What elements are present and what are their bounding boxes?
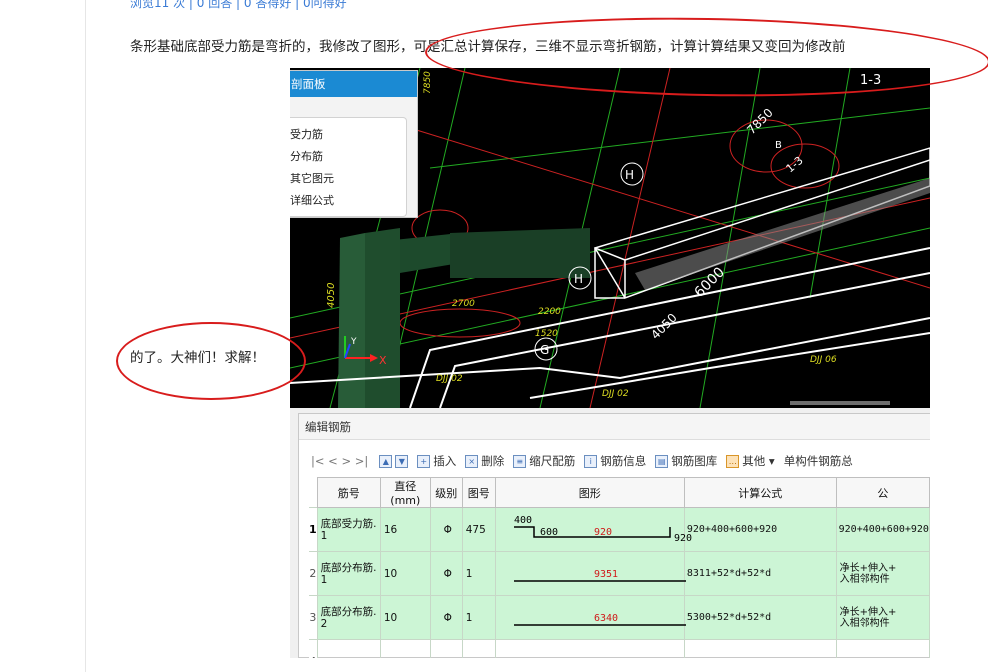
cad-left-dim-2: 4050 [326, 283, 337, 308]
cad-djj02b: DJJ 02 [602, 389, 629, 399]
bar-desc[interactable]: 920+400+600+920 [835, 507, 930, 552]
rebar-library-button[interactable]: ▤ 钢筋图库 [655, 453, 717, 469]
col-formula[interactable]: 计算公式 [683, 477, 837, 508]
other-icon: … [726, 454, 740, 468]
bar-diameter[interactable]: 10 [379, 551, 431, 596]
bar-grade[interactable]: Φ [429, 551, 463, 596]
cad-djj06: DJJ 06 [810, 355, 837, 365]
cad-label-h1: H [625, 168, 634, 182]
cad-tag-b: B [775, 140, 782, 151]
straight-bar-shape: 9351 [513, 569, 686, 582]
bar-shape[interactable]: 9351 [494, 551, 686, 596]
svg-text:920: 920 [674, 533, 692, 544]
cad-dim-4050: 4050 [648, 311, 679, 342]
rebar-editor-title: 编辑钢筋 [299, 414, 930, 440]
bar-name[interactable]: 底部分布筋. [321, 606, 380, 618]
cad-dim-7850: 7850 [744, 106, 775, 137]
delete-button[interactable]: × 删除 [465, 453, 504, 469]
rebar-toolbar: |< < > >| ▲ ▼ + 插入 × 删除 ≡ 缩尺配筋 i 钢筋信息 ▤ 钢筋图库 … [311, 450, 862, 472]
bar-formula[interactable]: 5300+52*d+52*d [683, 595, 837, 640]
col-bar-no[interactable]: 筋号 [316, 477, 381, 508]
section-panel-title: 剖面板 [290, 71, 417, 97]
cad-djj02a: DJJ 02 [436, 374, 463, 384]
svg-text:600: 600 [540, 527, 558, 538]
rebar-table: 筋号 直径(mm) 级别 图号 图形 计算公式 公 1 底部受力筋. 1 16 Φ… [309, 477, 930, 658]
table-row[interactable]: 1 底部受力筋. 1 16 Φ 475 400 600 920 920 920+4… [309, 507, 930, 552]
col-shape[interactable]: 图形 [494, 477, 685, 508]
bar-formula[interactable]: 920+400+600+920 [683, 507, 837, 552]
cad-left-dim: 7850 [423, 71, 433, 94]
bar-figure[interactable]: 1 [461, 551, 496, 596]
panel-item-main-rebar[interactable]: 受力筋 [290, 124, 406, 146]
bar-grade[interactable]: Φ [429, 507, 463, 552]
record-nav[interactable]: |< < > >| [311, 454, 368, 468]
panel-item-other[interactable]: 其它图元 [290, 168, 406, 190]
table-row[interactable]: 3 底部分布筋. 2 10 Φ 1 6340 5300+52*d+52*d 净长+… [309, 595, 930, 640]
cad-label-h2: H [574, 272, 583, 286]
bar-shape[interactable]: 400 600 920 920 [494, 507, 692, 552]
bar-diameter[interactable]: 16 [379, 507, 431, 552]
move-up-icon[interactable]: ▲ [379, 454, 393, 468]
col-grade[interactable]: 级别 [429, 477, 463, 508]
panel-item-formula[interactable]: 详细公式 [290, 190, 406, 212]
section-panel: 剖面板 受力筋 分布筋 其它图元 详细公式 [290, 70, 418, 218]
bent-bar-shape: 400 600 920 920 [513, 515, 692, 544]
straight-bar-shape: 6340 [513, 613, 686, 626]
axis-x-label: X [379, 354, 387, 367]
scale-rebar-button[interactable]: ≡ 缩尺配筋 [513, 453, 575, 469]
svg-text:9351: 9351 [594, 569, 618, 580]
col-diameter[interactable]: 直径(mm) [379, 477, 431, 508]
bar-grade[interactable]: Φ [429, 595, 463, 640]
section-panel-list: 受力筋 分布筋 其它图元 详细公式 [290, 117, 407, 217]
library-icon: ▤ [655, 454, 669, 468]
panel-item-dist-rebar[interactable]: 分布筋 [290, 146, 406, 168]
ruler-icon: ≡ [513, 454, 527, 468]
cad-d2200: 2200 [538, 307, 561, 317]
post-meta[interactable]: 浏览11 次 | 0 回答 | 0 答得好 | 0问得好 [130, 0, 347, 11]
bar-diameter[interactable]: 10 [379, 595, 431, 640]
table-row[interactable]: 4 [309, 639, 930, 658]
bar-desc[interactable]: 净长+伸入+ [840, 563, 929, 574]
rebar-info-button[interactable]: i 钢筋信息 [584, 453, 646, 469]
svg-text:6340: 6340 [594, 613, 618, 624]
cad-d2700: 2700 [452, 299, 475, 309]
col-figure-no[interactable]: 图号 [461, 477, 496, 508]
bar-figure[interactable]: 475 [461, 507, 496, 552]
bar-desc[interactable]: 净长+伸入+ [840, 607, 929, 618]
cad-scrollbar[interactable] [790, 401, 890, 405]
cad-tag-1-3: 1-3 [784, 154, 806, 176]
left-rail [85, 0, 86, 672]
cad-label-g: G [540, 343, 549, 357]
bar-name[interactable]: 底部受力筋. [321, 518, 380, 530]
col-desc[interactable]: 公 [835, 477, 930, 508]
bar-name[interactable]: 底部分布筋. [321, 562, 380, 574]
single-member-total-button[interactable]: 单构件钢筋总 [784, 453, 853, 469]
rebar-editor: 编辑钢筋 |< < > >| ▲ ▼ + 插入 × 删除 ≡ 缩尺配筋 i 钢筋信息 ▤… [298, 413, 930, 658]
screenshot-image: H H G 1-3 6000 4050 7850 1-3 B 7850 4050… [290, 68, 930, 658]
move-down-icon[interactable]: ▼ [395, 454, 409, 468]
svg-text:400: 400 [514, 515, 532, 526]
table-row[interactable]: 2 底部分布筋. 1 10 Φ 1 9351 8311+52*d+52*d 净长+… [309, 551, 930, 596]
page: 浏览11 次 | 0 回答 | 0 答得好 | 0问得好 条形基础底部受力筋是弯… [0, 0, 988, 672]
bar-figure[interactable]: 1 [461, 595, 496, 640]
svg-text:920: 920 [594, 527, 612, 538]
delete-icon: × [465, 454, 479, 468]
bar-shape[interactable]: 6340 [494, 595, 686, 640]
axis-y-label: Y [350, 337, 357, 347]
insert-icon: + [417, 454, 431, 468]
cad-3d-view: H H G 1-3 6000 4050 7850 1-3 B 7850 4050… [290, 68, 930, 408]
annotation-oval-left [116, 322, 306, 400]
insert-button[interactable]: + 插入 [417, 453, 456, 469]
document-icon: i [584, 454, 598, 468]
other-menu-button[interactable]: … 其他 ▾ [726, 453, 775, 469]
bar-formula[interactable]: 8311+52*d+52*d [683, 551, 837, 596]
table-header-row: 筋号 直径(mm) 级别 图号 图形 计算公式 公 [309, 477, 930, 508]
cad-d1520: 1520 [535, 329, 558, 339]
